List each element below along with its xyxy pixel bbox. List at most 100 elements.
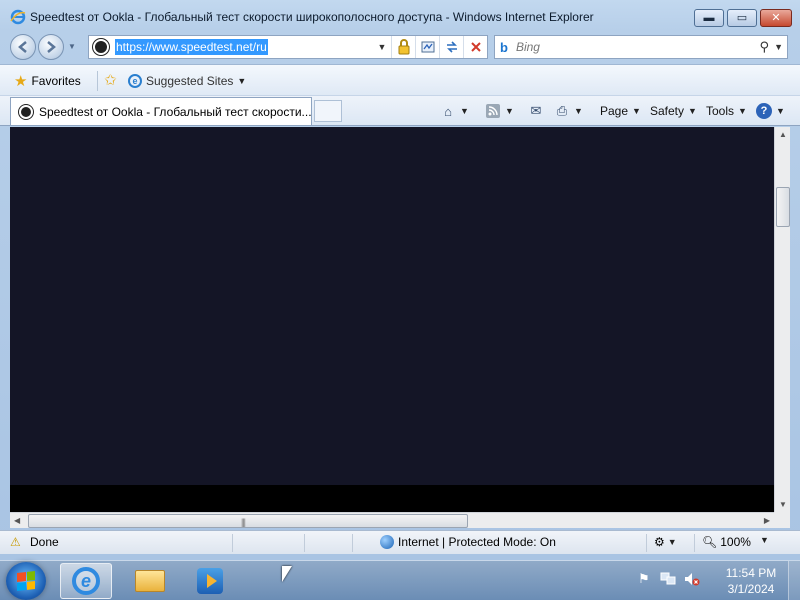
zoom-level: 100%	[720, 535, 751, 549]
zoom-dropdown[interactable]: ▼	[760, 535, 769, 545]
chevron-down-icon: ▼	[505, 106, 514, 116]
back-arrow-icon	[18, 41, 27, 53]
speedtest-icon	[19, 104, 33, 119]
show-desktop-button[interactable]	[788, 561, 800, 600]
status-divider	[304, 534, 305, 552]
maximize-button[interactable]: ▭	[727, 9, 757, 27]
suggested-sites-label: Suggested Sites	[146, 74, 234, 88]
recent-pages-dropdown-icon[interactable]: ▼	[68, 42, 76, 51]
search-dropdown-icon[interactable]: ▼	[774, 42, 783, 52]
security-zone[interactable]: Internet | Protected Mode: On	[380, 535, 556, 549]
tools-menu-label: Tools	[706, 104, 735, 118]
status-divider	[232, 534, 233, 552]
taskbar-windows-explorer[interactable]	[124, 563, 176, 599]
help-button[interactable]: ? ▼	[756, 100, 785, 122]
status-divider	[694, 534, 695, 552]
scroll-up-icon[interactable]: ▲	[779, 130, 787, 139]
tools-menu[interactable]: Tools ▼	[706, 100, 747, 122]
print-icon: ⎙	[556, 103, 568, 118]
close-button[interactable]: ✕	[760, 9, 792, 27]
chevron-down-icon: ▼	[460, 106, 469, 116]
scroll-grip-icon: |||	[241, 517, 246, 527]
chevron-down-icon: ▼	[688, 106, 697, 116]
taskbar-internet-explorer[interactable]: e	[60, 563, 112, 599]
compatibility-view-icon[interactable]	[415, 36, 439, 58]
tab-title: Speedtest от Ookla - Глобальный тест ско…	[38, 104, 311, 119]
status-divider	[646, 534, 647, 552]
taskbar: e ⚑ 11:54 PM 3/1/2024	[0, 560, 800, 600]
favorites-divider	[97, 71, 98, 91]
home-button[interactable]: ⌂ ▼	[440, 100, 469, 122]
page-content[interactable]	[10, 127, 774, 512]
tab-bar: Speedtest от Ookla - Глобальный тест ско…	[0, 96, 800, 126]
scroll-right-icon[interactable]: ▶	[764, 516, 770, 525]
safety-menu[interactable]: Safety ▼	[650, 100, 697, 122]
search-icon[interactable]: ⚲	[759, 39, 769, 55]
address-dropdown-icon[interactable]: ▼	[373, 36, 391, 58]
suggested-sites-icon: e	[128, 74, 142, 88]
favorites-button[interactable]: ★ Favorites	[10, 70, 85, 92]
zone-text: Internet | Protected Mode: On	[398, 535, 556, 549]
search-box[interactable]: b Bing ⚲ ▼	[494, 35, 788, 59]
stop-icon[interactable]	[463, 36, 487, 58]
page-menu[interactable]: Page ▼	[600, 100, 641, 122]
title-bar[interactable]: Speedtest от Ookla - Глобальный тест ско…	[0, 0, 800, 34]
safety-menu-label: Safety	[650, 104, 685, 118]
address-tools: ▼	[373, 36, 487, 58]
add-to-favorites-bar-icon[interactable]: ✩	[104, 71, 117, 89]
warning-icon: ⚠	[10, 535, 21, 549]
zoom-button[interactable]: 🔍︎ 100%	[702, 535, 751, 549]
accelerator-button[interactable]: ⚙ ▼	[654, 535, 677, 549]
tab-speedtest[interactable]: Speedtest от Ookla - Глобальный тест ско…	[10, 97, 312, 125]
scroll-down-icon[interactable]: ▼	[779, 500, 787, 509]
feeds-button[interactable]: ▼	[485, 100, 514, 122]
horizontal-scroll-thumb[interactable]: |||	[28, 514, 468, 528]
minimize-icon: ▬	[703, 11, 715, 24]
favorites-label: Favorites	[31, 74, 81, 88]
chevron-down-icon: ▼	[574, 106, 583, 116]
address-url[interactable]: https://www.speedtest.net/ru	[115, 39, 268, 55]
chevron-down-icon: ▼	[632, 106, 641, 116]
address-bar[interactable]: https://www.speedtest.net/ru ▼	[88, 35, 488, 59]
print-button[interactable]: ⎙ ▼	[554, 100, 583, 122]
notification-area: ⚑	[636, 571, 700, 587]
forward-arrow-icon	[47, 41, 56, 53]
vertical-scroll-thumb[interactable]	[776, 187, 790, 227]
page-menu-label: Page	[600, 104, 629, 118]
clock-time: 11:54 PM	[725, 566, 777, 580]
suggested-sites-button[interactable]: e Suggested Sites ▼	[128, 70, 246, 92]
vertical-scrollbar[interactable]: ▲ ▼	[774, 127, 790, 512]
status-bar: ⚠ Done Internet | Protected Mode: On ⚙ ▼…	[0, 530, 800, 554]
scrollbar-corner	[774, 512, 790, 528]
forward-button[interactable]	[38, 34, 64, 60]
system-clock[interactable]: 11:54 PM 3/1/2024	[716, 565, 786, 597]
status-message: ⚠ Done	[10, 535, 59, 549]
refresh-icon[interactable]	[439, 36, 463, 58]
taskbar-media-player[interactable]	[184, 563, 236, 599]
bing-icon: b	[500, 39, 508, 55]
mail-icon: ✉	[530, 103, 542, 118]
windows-explorer-icon	[135, 570, 165, 592]
status-divider	[352, 534, 353, 552]
speedtest-icon	[93, 39, 109, 55]
internet-explorer-icon: e	[72, 567, 100, 595]
network-icon[interactable]	[660, 571, 676, 587]
ie-window: Speedtest от Ookla - Глобальный тест ско…	[0, 0, 800, 560]
media-player-icon	[197, 568, 223, 594]
rss-feed-icon	[485, 103, 501, 119]
navigation-bar: ▼ https://www.speedtest.net/ru ▼ b Bing …	[0, 32, 800, 62]
back-button[interactable]	[10, 34, 36, 60]
horizontal-scrollbar[interactable]: ◀ ||| ▶	[10, 512, 774, 528]
minimize-button[interactable]: ▬	[694, 9, 724, 27]
page-footer-band	[10, 485, 774, 512]
mouse-cursor-icon	[282, 566, 292, 582]
lock-icon[interactable]	[391, 36, 415, 58]
scroll-left-icon[interactable]: ◀	[14, 516, 20, 525]
start-button[interactable]	[6, 562, 46, 600]
help-icon: ?	[756, 103, 772, 119]
new-tab-button[interactable]	[314, 100, 342, 122]
action-center-flag-icon[interactable]: ⚑	[636, 571, 652, 587]
window-title: Speedtest от Ookla - Глобальный тест ско…	[30, 10, 594, 24]
volume-muted-icon[interactable]	[684, 571, 700, 587]
read-mail-button[interactable]: ✉	[528, 100, 544, 122]
